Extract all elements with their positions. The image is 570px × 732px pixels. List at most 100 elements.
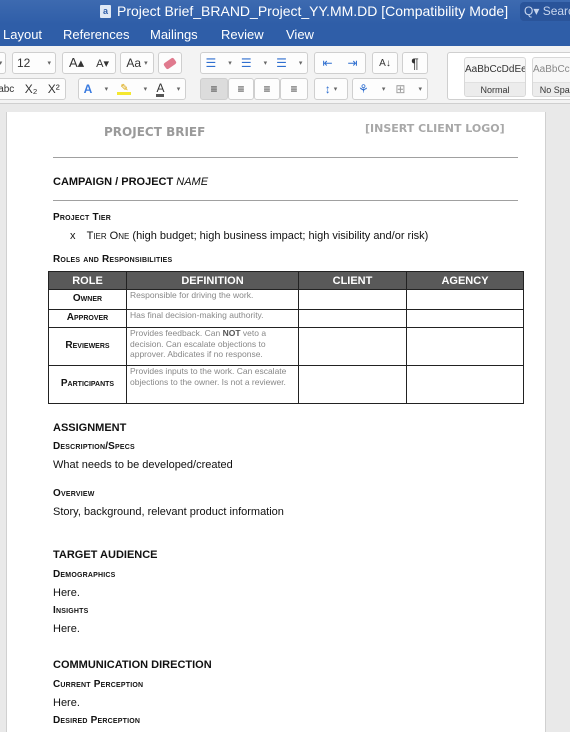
change-case-button[interactable]: Aa ▾ [120, 52, 154, 74]
description-heading: Description/Specs [53, 441, 135, 452]
table-row: Reviewers Provides feedback. Can NOT vet… [48, 327, 524, 366]
insights-heading: Insights [53, 605, 89, 616]
bullets-button[interactable]: ☰ [206, 56, 217, 70]
divider-line [53, 157, 518, 158]
communication-direction-heading: COMMUNICATION DIRECTION [53, 659, 212, 671]
divider-line [53, 200, 518, 201]
line-spacing-icon: ↕ [324, 82, 331, 96]
agency-cell[interactable] [406, 289, 524, 310]
role-cell: Reviewers [48, 327, 127, 366]
campaign-project-line: CAMPAIGN / PROJECT NAME [53, 176, 208, 188]
increase-indent-button[interactable]: ⇥ [347, 56, 357, 70]
shrink-font-button[interactable]: A▾ [96, 57, 109, 70]
borders-button[interactable]: ⊞ [395, 82, 405, 96]
superscript-button[interactable]: X² [48, 82, 60, 96]
clear-formatting-button[interactable] [158, 52, 182, 74]
multilevel-list-button[interactable]: ☰ [276, 56, 287, 70]
style-name: Normal [465, 82, 525, 96]
justify-button[interactable]: ≡ [280, 78, 308, 100]
definition-cell: Responsible for driving the work. [126, 289, 299, 310]
style-sample: AaBbCcDdEe [465, 64, 525, 75]
style-sample: AaBbCcDdEe [533, 64, 570, 75]
role-cell: Owner [48, 289, 127, 310]
line-spacing-button[interactable]: ↕ ▾ [314, 78, 348, 100]
tab-mailings[interactable]: Mailings [150, 27, 198, 42]
assignment-heading: ASSIGNMENT [53, 422, 127, 434]
align-right-button[interactable]: ≡ [254, 78, 280, 100]
font-color-button[interactable]: A [156, 82, 165, 97]
insights-text: Here. [53, 623, 80, 635]
eraser-icon [163, 56, 177, 70]
client-cell[interactable] [298, 365, 407, 404]
campaign-label: CAMPAIGN / PROJECT [53, 176, 174, 188]
tab-layout[interactable]: Layout [3, 27, 42, 42]
table-row: Approver Has final decision-making autho… [48, 309, 524, 328]
highlight-color-button[interactable]: ✎ [117, 83, 132, 95]
window-title-bar: a Project Brief_BRAND_Project_YY.MM.DD [… [0, 0, 570, 24]
style-no-spacing[interactable]: AaBbCcDdEe No Spacing [532, 57, 570, 97]
shading-borders-group: ⚘ ▾ ⊞ ▾ [352, 78, 428, 100]
column-header-agency: AGENCY [406, 271, 524, 290]
list-group: ☰ ▾ ☰ ▾ ☰ ▾ [200, 52, 308, 74]
style-normal[interactable]: AaBbCcDdEe Normal [464, 57, 526, 97]
target-audience-heading: TARGET AUDIENCE [53, 549, 158, 561]
sort-button[interactable]: A↓ [372, 52, 398, 74]
roles-heading: Roles and Responsibilities [53, 254, 173, 265]
overview-text: Story, background, relevant product info… [53, 506, 284, 518]
agency-cell[interactable] [406, 309, 524, 328]
description-text: What needs to be developed/created [53, 459, 233, 471]
subscript-button[interactable]: X₂ [25, 82, 38, 96]
table-row: Owner Responsible for driving the work. [48, 289, 524, 310]
project-tier-heading: Project Tier [53, 212, 112, 223]
change-case-icon: Aa [126, 56, 142, 70]
style-name: No Spacing [533, 82, 570, 96]
overview-heading: Overview [53, 488, 95, 499]
tab-references[interactable]: References [63, 27, 129, 42]
styles-gallery: AaBbCcDdEe Normal AaBbCcDdEe No Spacing [447, 52, 570, 100]
font-name-dropdown[interactable]: ▾ [0, 52, 6, 74]
roles-table: ROLE DEFINITION CLIENT AGENCY Owner Resp… [48, 271, 524, 404]
align-center-button[interactable]: ≡ [228, 78, 254, 100]
header-title: PROJECT BRIEF [104, 125, 206, 139]
font-size-value: 12 [17, 56, 31, 70]
role-cell: Approver [48, 309, 127, 328]
font-size-dropdown[interactable]: 12 ▾ [12, 52, 56, 74]
strikethrough-button[interactable]: abc [0, 84, 14, 95]
align-left-button[interactable]: ≡ [200, 78, 228, 100]
client-cell[interactable] [298, 327, 407, 366]
current-perception-text: Here. [53, 697, 80, 709]
align-left-icon: ≡ [210, 82, 218, 96]
document-title: Project Brief_BRAND_Project_YY.MM.DD [Co… [117, 3, 509, 19]
search-field[interactable]: Q▾ Search [520, 2, 570, 21]
tab-review[interactable]: Review [221, 27, 264, 42]
numbering-button[interactable]: ☰ [241, 56, 252, 70]
text-effects-button[interactable]: A [84, 82, 93, 96]
agency-cell[interactable] [406, 365, 524, 404]
client-cell[interactable] [298, 289, 407, 310]
decrease-indent-button[interactable]: ⇤ [322, 56, 332, 70]
agency-cell[interactable] [406, 327, 524, 366]
tab-view[interactable]: View [286, 27, 314, 42]
campaign-name: NAME [176, 176, 209, 188]
client-logo-placeholder: [INSERT CLIENT LOGO] [365, 122, 505, 135]
client-cell[interactable] [298, 309, 407, 328]
ribbon-tabs: Layout References Mailings Review View [0, 24, 570, 46]
align-center-icon: ≡ [237, 82, 245, 96]
pilcrow-icon: ¶ [411, 55, 419, 71]
demographics-heading: Demographics [53, 569, 116, 580]
tier-name: Tier One [86, 230, 130, 242]
shading-button[interactable]: ⚘ [358, 82, 369, 96]
desired-perception-heading: Desired Perception [53, 715, 141, 726]
definition-cell: Provides feedback. Can NOT veto a decisi… [126, 327, 299, 366]
script-group: abc X₂ X² [0, 78, 66, 100]
window-title: a Project Brief_BRAND_Project_YY.MM.DD [… [100, 3, 508, 19]
indent-group: ⇤ ⇥ [314, 52, 366, 74]
align-right-icon: ≡ [263, 82, 271, 96]
table-header-row: ROLE DEFINITION CLIENT AGENCY [48, 271, 524, 290]
sort-icon: A↓ [379, 57, 391, 69]
color-group: A ▾ ✎ ▾ A ▾ [78, 78, 186, 100]
font-size-group: A▴ A▾ [62, 52, 116, 74]
tier-item: x Tier One (high budget; high business i… [70, 230, 428, 242]
show-formatting-marks-button[interactable]: ¶ [402, 52, 428, 74]
grow-font-button[interactable]: A▴ [69, 55, 84, 71]
